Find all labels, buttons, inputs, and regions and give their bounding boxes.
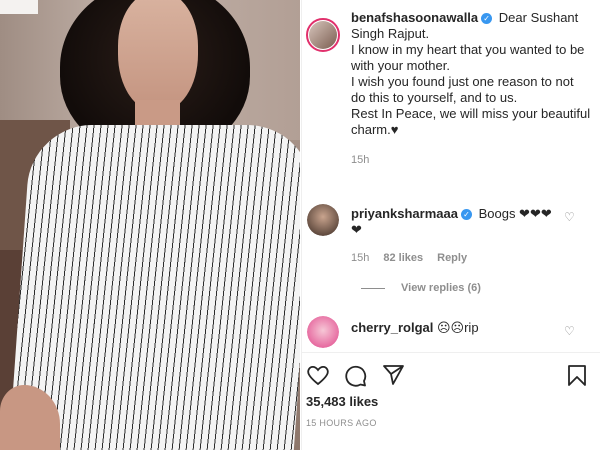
verified-badge-icon: ✓ — [481, 13, 493, 24]
caption-line-4: Rest In Peace, we will miss your beautif… — [351, 106, 591, 137]
author-username[interactable]: benafshasoonawalla — [351, 10, 478, 25]
comment-reply[interactable]: Reply — [437, 252, 467, 264]
post-photo[interactable] — [0, 0, 300, 450]
actions-divider — [302, 352, 600, 353]
caption-line-3: I wish you found just one reason to not … — [351, 74, 574, 105]
photo-face — [118, 0, 198, 112]
post-timestamp[interactable]: 15 HOURS AGO — [306, 418, 377, 428]
caption-line-2: I know in my heart that you wanted to be… — [351, 42, 585, 73]
comment-like-heart-icon[interactable]: ♡ — [564, 324, 575, 338]
photo-corner-patch — [0, 0, 38, 14]
comment-text: cherry_rolgal ☹☹rip — [351, 320, 479, 336]
view-replies-label: View replies (6) — [401, 282, 481, 294]
author-avatar[interactable] — [306, 18, 340, 52]
comment-likes[interactable]: 82 likes — [383, 252, 423, 264]
commenter-username[interactable]: cherry_rolgal — [351, 320, 433, 335]
comment-item: priyanksharmaaa ✓ Boogs ❤❤❤ ❤ ♡ 15h 82 lik… — [302, 198, 600, 303]
comment-time[interactable]: 15h — [351, 252, 369, 264]
commenter-username[interactable]: priyanksharmaaa — [351, 206, 458, 221]
heart-outline-icon[interactable] — [306, 364, 330, 386]
caption-time[interactable]: 15h — [351, 154, 369, 166]
caption-text: benafshasoonawalla ✓ Dear Sushant Singh R… — [351, 10, 591, 168]
post-details-panel: benafshasoonawalla ✓ Dear Sushant Singh R… — [301, 0, 600, 450]
view-replies[interactable]: View replies (6) — [361, 282, 481, 294]
comment-item: cherry_rolgal ☹☹rip ♡ — [302, 310, 600, 350]
comment-body: ☹☹rip — [437, 320, 479, 335]
view-replies-line — [361, 287, 385, 289]
comment-like-heart-icon[interactable]: ♡ — [564, 210, 575, 224]
commenter-avatar[interactable] — [307, 316, 339, 348]
paper-plane-icon[interactable] — [382, 364, 405, 386]
caption-block: benafshasoonawalla ✓ Dear Sushant Singh R… — [302, 0, 600, 190]
like-count[interactable]: 35,483 likes — [306, 394, 378, 409]
comment-bubble-icon[interactable] — [344, 364, 367, 387]
verified-badge-icon: ✓ — [460, 209, 472, 220]
commenter-avatar[interactable] — [307, 204, 339, 236]
comment-text: priyanksharmaaa ✓ Boogs ❤❤❤ ❤ — [351, 206, 561, 238]
bookmark-icon[interactable] — [567, 364, 587, 387]
